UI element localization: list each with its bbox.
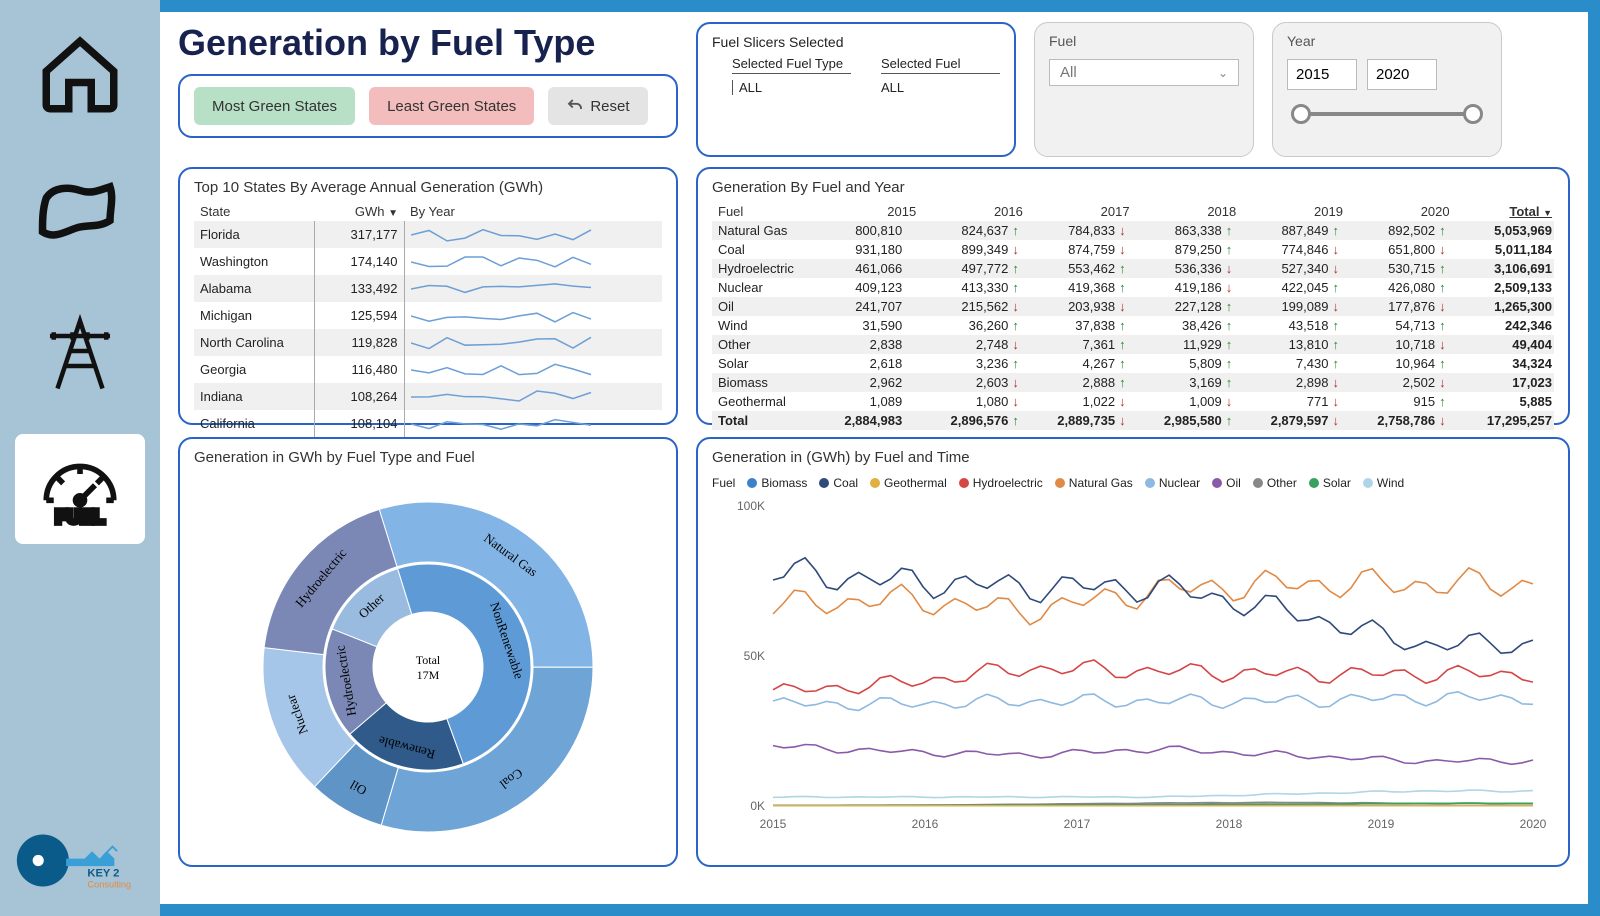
slicer-col2-val: ALL bbox=[881, 80, 1000, 95]
year-filter-label: Year bbox=[1287, 33, 1487, 49]
line-card: Generation in (GWh) by Fuel and Time Fue… bbox=[696, 437, 1570, 867]
svg-text:Total: Total bbox=[416, 653, 441, 667]
main-content: Generation by Fuel Type Most Green State… bbox=[160, 12, 1588, 904]
chevron-down-icon: ⌄ bbox=[1218, 66, 1228, 80]
legend-item[interactable]: Solar bbox=[1309, 476, 1351, 490]
table-row[interactable]: Other2,8382,748↓7,361↑11,929↑13,810↑10,7… bbox=[712, 335, 1554, 354]
line-title: Generation in (GWh) by Fuel and Time bbox=[712, 449, 1554, 466]
range-handle-right[interactable] bbox=[1463, 104, 1483, 124]
least-green-button[interactable]: Least Green States bbox=[369, 87, 534, 125]
table-row[interactable]: Oil241,707215,562↓203,938↓227,128↑199,08… bbox=[712, 297, 1554, 316]
nav-home[interactable] bbox=[15, 20, 145, 130]
fuel-filter-label: Fuel bbox=[1049, 33, 1239, 49]
table-row[interactable]: Indiana108,264 bbox=[194, 383, 662, 410]
top10-card: Top 10 States By Average Annual Generati… bbox=[178, 167, 678, 425]
slicer-col1-val: ALL bbox=[732, 80, 851, 95]
donut-card: Generation in GWh by Fuel Type and Fuel … bbox=[178, 437, 678, 867]
legend-item[interactable]: Natural Gas bbox=[1055, 476, 1133, 490]
legend-item[interactable]: Biomass bbox=[747, 476, 807, 490]
legend-item[interactable]: Oil bbox=[1212, 476, 1241, 490]
table-row[interactable]: Georgia116,480 bbox=[194, 356, 662, 383]
table-row[interactable]: California108,104 bbox=[194, 410, 662, 437]
svg-text:0K: 0K bbox=[750, 799, 765, 813]
table-row[interactable]: Alabama133,492 bbox=[194, 275, 662, 302]
slicer-col1-head: Selected Fuel Type bbox=[732, 56, 851, 74]
slicer-col2-head: Selected Fuel bbox=[881, 56, 1000, 74]
svg-text:50K: 50K bbox=[744, 649, 765, 663]
page-title: Generation by Fuel Type bbox=[178, 22, 678, 64]
table-row[interactable]: Natural Gas800,810824,637↑784,833↓863,33… bbox=[712, 221, 1554, 240]
svg-text:Consulting: Consulting bbox=[87, 879, 131, 889]
donut-title: Generation in GWh by Fuel Type and Fuel bbox=[194, 449, 662, 466]
table-row[interactable]: Florida317,177 bbox=[194, 221, 662, 248]
year-from-input[interactable] bbox=[1287, 59, 1357, 90]
legend-item[interactable]: Coal bbox=[819, 476, 858, 490]
legend-item[interactable]: Wind bbox=[1363, 476, 1404, 490]
reset-button[interactable]: Reset bbox=[548, 87, 647, 125]
svg-text:KEY 2: KEY 2 bbox=[87, 867, 119, 879]
table-row[interactable]: Washington174,140 bbox=[194, 248, 662, 275]
table-row[interactable]: Biomass2,9622,603↓2,888↑3,169↑2,898↓2,50… bbox=[712, 373, 1554, 392]
svg-text:2019: 2019 bbox=[1368, 817, 1395, 831]
legend-item[interactable]: Other bbox=[1253, 476, 1297, 490]
svg-text:2018: 2018 bbox=[1216, 817, 1243, 831]
year-to-input[interactable] bbox=[1367, 59, 1437, 90]
nav-map[interactable] bbox=[15, 158, 145, 268]
svg-text:100K: 100K bbox=[737, 499, 765, 513]
slicer-title: Fuel Slicers Selected bbox=[712, 34, 1000, 50]
table-row[interactable]: Geothermal1,0891,080↓1,022↓1,009↓771↓915… bbox=[712, 392, 1554, 411]
button-card: Most Green States Least Green States Res… bbox=[178, 74, 678, 138]
fuel-year-table: Fuel201520162017201820192020Total ▼Natur… bbox=[712, 202, 1554, 430]
range-handle-left[interactable] bbox=[1291, 104, 1311, 124]
table-row[interactable]: Michigan125,594 bbox=[194, 302, 662, 329]
donut-chart: Natural GasCoalOilNuclearHydroelectricNo… bbox=[194, 472, 662, 852]
nav-transmission[interactable] bbox=[15, 296, 145, 406]
svg-text:17M: 17M bbox=[417, 668, 440, 682]
fuel-year-title: Generation By Fuel and Year bbox=[712, 179, 1554, 196]
fuel-year-card: Generation By Fuel and Year Fuel20152016… bbox=[696, 167, 1570, 425]
sidebar: FUEL KEY 2 Consulting bbox=[0, 0, 160, 916]
table-row[interactable]: Nuclear409,123413,330↑419,368↑419,186↓42… bbox=[712, 278, 1554, 297]
table-row[interactable]: Solar2,6183,236↑4,267↑5,809↑7,430↑10,964… bbox=[712, 354, 1554, 373]
table-row[interactable]: Wind31,59036,260↑37,838↑38,426↑43,518↑54… bbox=[712, 316, 1554, 335]
year-filter-card: Year bbox=[1272, 22, 1502, 157]
fuel-filter-card: Fuel All ⌄ bbox=[1034, 22, 1254, 157]
table-row[interactable]: Hydroelectric461,066497,772↑553,462↑536,… bbox=[712, 259, 1554, 278]
line-legend: FuelBiomassCoalGeothermalHydroelectricNa… bbox=[712, 472, 1554, 496]
logo-key2: KEY 2 Consulting bbox=[15, 828, 145, 896]
legend-item[interactable]: Hydroelectric bbox=[959, 476, 1043, 490]
undo-icon bbox=[566, 97, 584, 115]
slicer-panel: Fuel Slicers Selected Selected Fuel Type… bbox=[696, 22, 1016, 157]
line-chart: 100K 50K 0K 2015 2016 2017 2018 2019 2020 bbox=[712, 496, 1554, 836]
nav-fuel[interactable]: FUEL bbox=[15, 434, 145, 544]
svg-text:FUEL: FUEL bbox=[56, 506, 105, 527]
fuel-dropdown[interactable]: All ⌄ bbox=[1049, 59, 1239, 86]
table-row[interactable]: North Carolina119,828 bbox=[194, 329, 662, 356]
top10-title: Top 10 States By Average Annual Generati… bbox=[194, 179, 662, 196]
year-range-slider[interactable] bbox=[1295, 104, 1479, 124]
most-green-button[interactable]: Most Green States bbox=[194, 87, 355, 125]
svg-text:2016: 2016 bbox=[912, 817, 939, 831]
svg-text:2020: 2020 bbox=[1520, 817, 1547, 831]
svg-text:2017: 2017 bbox=[1064, 817, 1091, 831]
legend-item[interactable]: Nuclear bbox=[1145, 476, 1200, 490]
svg-text:2015: 2015 bbox=[760, 817, 787, 831]
legend-item[interactable]: Geothermal bbox=[870, 476, 947, 490]
table-row[interactable]: Coal931,180899,349↓874,759↓879,250↑774,8… bbox=[712, 240, 1554, 259]
